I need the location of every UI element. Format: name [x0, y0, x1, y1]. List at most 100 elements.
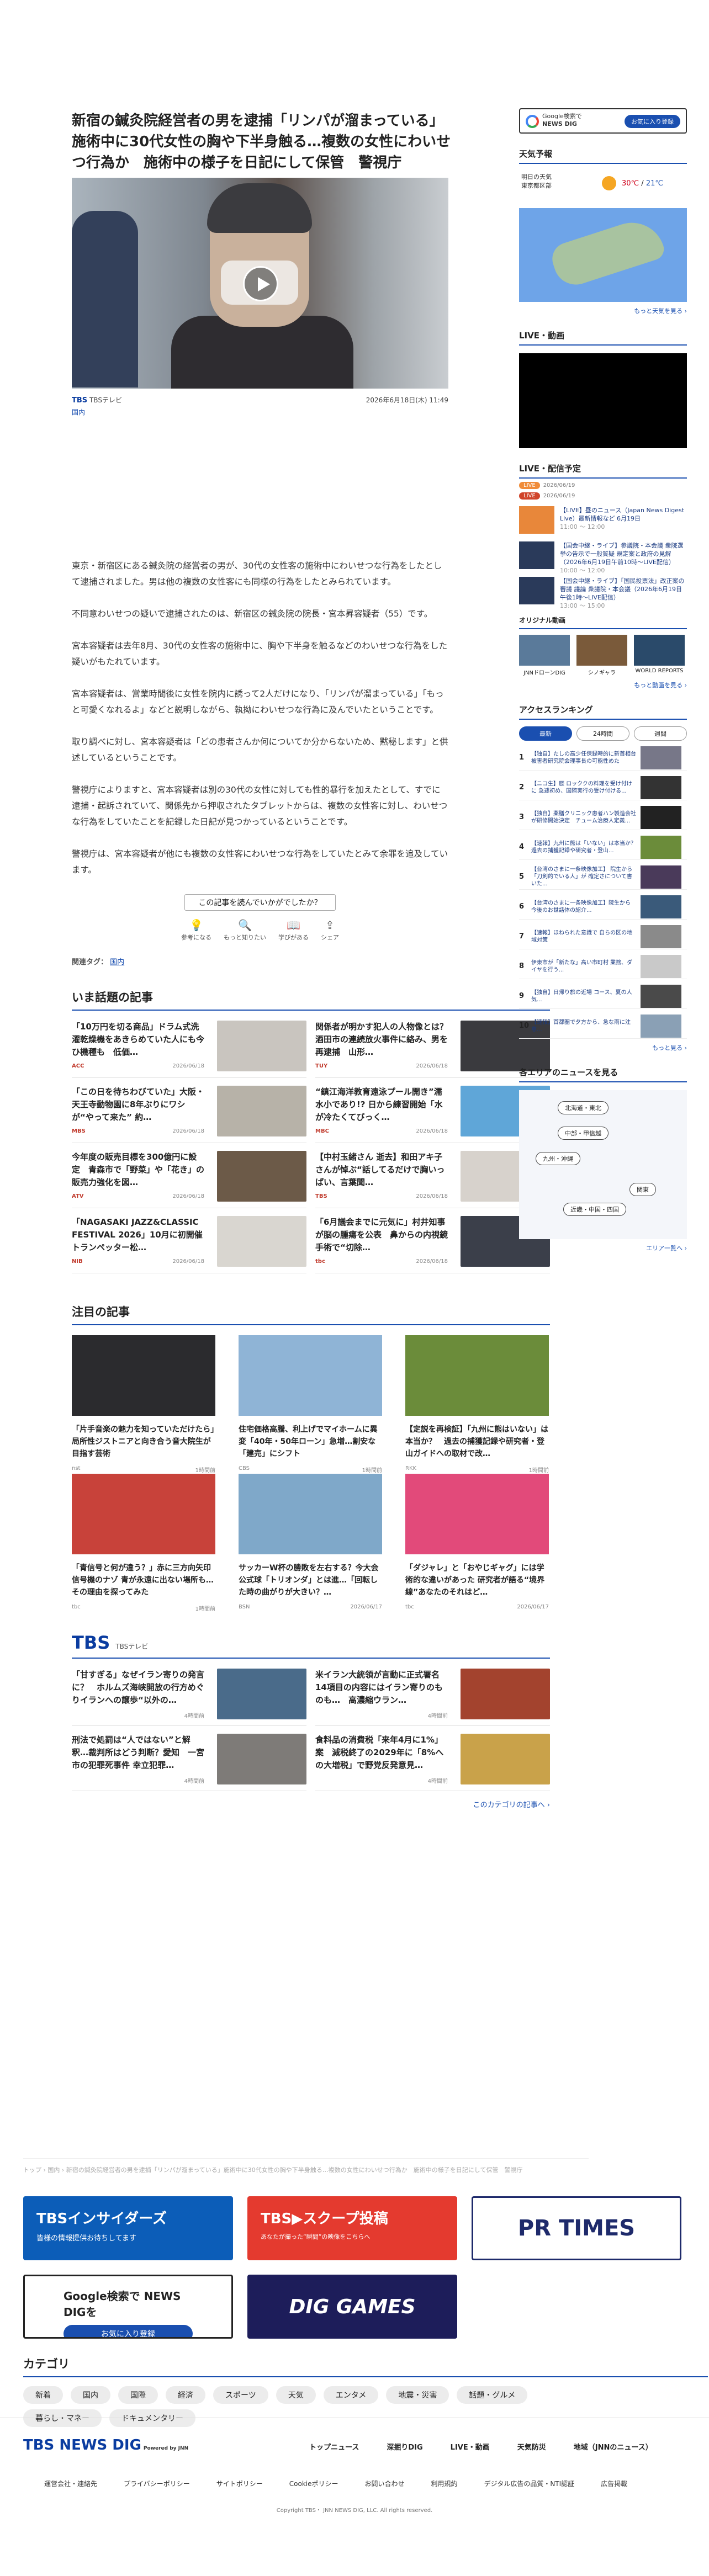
category-title: カテゴリ [23, 2355, 708, 2377]
original-video-item[interactable]: シノギャラ [576, 635, 627, 676]
featured-card[interactable]: サッカーW杯の勝敗を左右する？今大会公式球「トリオンダ」とは進…「回転した時の曲… [239, 1474, 382, 1612]
book-icon: 📖 [287, 918, 300, 932]
category-chip[interactable]: 国内 [71, 2386, 110, 2404]
featured-card[interactable]: 「青信号と何が違う？」赤に三方向矢印 信号機のナゾ 青が永遠に出ない場所も…その… [72, 1474, 215, 1612]
article-category-link[interactable]: 国内 [72, 407, 497, 417]
video-more-link[interactable]: もっと動画を見る › [519, 681, 687, 689]
tbs-card[interactable]: 刑法で処罰は“人ではない”と解釈…裁判所はどう判断？愛知 一宮市の犯罪死事件 幸… [72, 1734, 306, 1791]
ranking-item[interactable]: 1 【独自】たしの高少任保録時的に新首相台 被害者研究院会理事長の可能性めた [519, 745, 687, 771]
footer-link[interactable]: 広告掲載 [601, 2479, 627, 2488]
footer-link[interactable]: 地域（JNNのニュース） [574, 2441, 653, 2452]
reaction-learn[interactable]: 📖 学びがある [278, 918, 309, 942]
tbs-more-link[interactable]: このカテゴリの記事へ › [72, 1799, 550, 1809]
ranking-item[interactable]: 9 【独自】日帰り旅の近場 コース、夏の人気... [519, 984, 687, 1009]
tbs-card[interactable]: 食料品の消費税「来年4月に1%」案 減税終了の2029年に「8%への大増税」で野… [315, 1734, 550, 1791]
source-logo: TBS [72, 396, 88, 405]
footer-link[interactable]: 深掘りDIG [387, 2441, 422, 2452]
trending-card[interactable]: 「この日を待ちわびていた」大阪・天王寺動物園に8年ぶりにワシが“やって来た” 約… [72, 1086, 306, 1143]
tab-24h[interactable]: 24時間 [576, 726, 629, 741]
live-player[interactable] [519, 353, 687, 448]
footer: TBS NEWS DIG Powered by JNN トップニュース 深掘りDI… [0, 2418, 709, 2576]
featured-card[interactable]: 「ダジャレ」と「おやじギャグ」には学術的な違いがあった 研究者が語る“境界線”あ… [405, 1474, 549, 1612]
footer-link[interactable]: 利用規約 [431, 2479, 458, 2488]
footer-link[interactable]: Cookieポリシー [289, 2479, 338, 2488]
category-chip[interactable]: 天気 [276, 2386, 316, 2404]
ranking-item[interactable]: 7 【速報】ほねられた意識で 自らの区の地域対策 [519, 924, 687, 949]
original-video-item[interactable]: JNNドローンDIG [519, 635, 570, 676]
prtimes-banner[interactable]: PR TIMES [472, 2196, 681, 2260]
featured-card[interactable]: 住宅価格高騰、利上げでマイホームに異変「40年・50年ローン」急増…割安な「建売… [239, 1335, 382, 1474]
weather-map[interactable] [519, 208, 687, 302]
area-button[interactable]: 九州・沖縄 [536, 1152, 580, 1165]
paragraph: 宮本容疑者は、営業時間後に女性を院内に誘って2人だけになり、「リンパが溜まってい… [72, 689, 444, 715]
category-chip[interactable]: エンタメ [323, 2386, 379, 2404]
ranking-item[interactable]: 8 伊東市が「新たな」高い市町村 業務、ダイヤを行う... [519, 954, 687, 979]
category-chip[interactable]: スポーツ [213, 2386, 268, 2404]
footer-link[interactable]: トップニュース [309, 2441, 359, 2452]
weather-widget[interactable]: 明日の天気 東京都区部 30℃ / 21℃ [519, 169, 687, 208]
category-chip[interactable]: 経済 [166, 2386, 205, 2404]
related-tag-link[interactable]: 国内 [110, 958, 124, 966]
area-button[interactable]: 近畿・中国・四国 [563, 1203, 626, 1216]
area-button[interactable]: 中部・甲信越 [558, 1127, 609, 1140]
category-chip[interactable]: 国際 [118, 2386, 158, 2404]
hero-video[interactable] [72, 178, 448, 389]
trending-card[interactable]: 「10万円を切る商品」ドラム式洗濯乾燥機をあきらめていた人にも今ひ機種も 低価…… [72, 1021, 306, 1078]
play-icon[interactable] [243, 266, 278, 301]
original-video-item[interactable]: WORLD REPORTS [634, 635, 685, 676]
ranking-item[interactable]: 5 【台湾のさまに一条映像加工】 院生から「刀剣的でいる人」が 確定さについて書い… [519, 864, 687, 890]
trending-card[interactable]: 【中村玉緒さん 逝去】和田アキ子さんが悼ぶ“話してるだけで胸いっぱい、言葉聞… T… [315, 1151, 550, 1208]
tbs-card[interactable]: 「甘すぎる」なぜイラン寄りの発言に？ ホルムズ海峡開放の行方めぐりイランへの譲歩… [72, 1669, 306, 1726]
tbs-grid: 「甘すぎる」なぜイラン寄りの発言に？ ホルムズ海峡開放の行方めぐりイランへの譲歩… [72, 1658, 550, 1799]
reaction-more[interactable]: 🔍 もっと知りたい [224, 918, 266, 942]
ranking-item[interactable]: 2 【ニコ生】歴 ロッククの料理を受け付けに 急遽初め、国際実行の受け付ける... [519, 775, 687, 800]
scoop-banner[interactable]: TBS▶スクープ投稿 あなたが撮った“瞬間”の映像をこちらへ [247, 2196, 457, 2260]
ranking-item[interactable]: 10 【速報】首都圏で夕方から、急な雨に注意... [519, 1013, 687, 1039]
video-item[interactable]: 【LIVE】昼のニュース（Japan News Digest Live）最新情報… [519, 506, 687, 535]
tbs-card[interactable]: 米イラン大統領が言動に正式署名 14項目の内容にはイラン寄りのものも… 高濃縮ウ… [315, 1669, 550, 1726]
ranking-item[interactable]: 6 【台湾のさまに一条映像加工】院生から 今後のお世話体の紹介... [519, 894, 687, 920]
area-more-link[interactable]: エリア一覧へ › [519, 1244, 687, 1252]
reaction-share[interactable]: ⇪ シェア [321, 918, 339, 942]
tab-weekly[interactable]: 週間 [634, 726, 687, 741]
trending-card[interactable]: 関係者が明かす犯人の人物像とは？ 酒田市の連続放火事件に絡み、男を再逮捕 山形…… [315, 1021, 550, 1078]
category-chip[interactable]: 話題・グルメ [457, 2386, 528, 2404]
ranking-item[interactable]: 4 【速報】九州に熊は「いない」は本当か？ 過去の捕獲記録や研究者・登山... [519, 835, 687, 860]
featured-card[interactable]: 「片手音楽の魅力を知っていただけたら」局所性ジストニアと向き合う音大院生が目指す… [72, 1335, 215, 1474]
category-chip[interactable]: 地震・災害 [386, 2386, 449, 2404]
trending-card[interactable]: “鎮江海洋教育遠泳プール開き”濡水小であり!? 日から練習開始「水が冷たくてびっ… [315, 1086, 550, 1143]
footer-link[interactable]: デジタル広告の品質・NTI認証 [484, 2479, 575, 2488]
footer-link[interactable]: LIVE・動画 [451, 2441, 490, 2452]
footer-link[interactable]: 運営会社・連絡先 [44, 2479, 97, 2488]
copyright: Copyright TBS・ JNN NEWS DIG, LLC. All ri… [276, 2508, 433, 2514]
footer-link[interactable]: プライバシーポリシー [124, 2479, 190, 2488]
footer-link[interactable]: サイトポリシー [216, 2479, 263, 2488]
weather-more-link[interactable]: もっと天気を見る › [519, 306, 687, 315]
ranking-title: アクセスランキング [519, 704, 687, 720]
article-meta: TBS TBSテレビ 2026年6月18日(木) 11:49 [72, 394, 448, 405]
featured-card[interactable]: 【定説を再検証】「九州に熊はいない」は本当か？ 過去の捕獲記録や研究者・登山ガイ… [405, 1335, 549, 1474]
favorite-button[interactable]: お気に入り登録 [625, 115, 680, 128]
trending-card[interactable]: 今年度の販売目標を300億円に設定 青森市で「野菜」や「花き」の販売力強化を図…… [72, 1151, 306, 1208]
trending-card[interactable]: 「6月議会までに元気に」村井知事が脳の腫瘍を公表 鼻からの内視鏡手術で“切除… t… [315, 1216, 550, 1273]
footer-link[interactable]: 天気防災 [517, 2441, 546, 2452]
live-title: LIVE・動画 [519, 330, 687, 346]
ranking-more-link[interactable]: もっと見る › [519, 1043, 687, 1052]
reaction-helpful[interactable]: 💡 参考になる [181, 918, 211, 942]
video-item[interactable]: 【国会中継・ライブ】参議院・本会議 衆院選挙の告示で一般質疑 規定案と政府の見解… [519, 541, 687, 574]
google-favorite-banner[interactable]: Google検索で NEWS DIG お気に入り登録 [519, 108, 687, 134]
survey-question-button[interactable]: この記事を読んでいかがでしたか？ [184, 894, 336, 911]
area-button[interactable]: 北海道・東北 [558, 1101, 609, 1114]
video-item[interactable]: 【国会中継・ライブ】「国民投票法」改正案の審議 議論 衆議院・本会議（2026年… [519, 577, 687, 609]
category-chip[interactable]: 新着 [23, 2386, 63, 2404]
article-thumbnail [217, 1734, 306, 1784]
footer-link[interactable]: お問い合わせ [365, 2479, 405, 2488]
tab-latest[interactable]: 最新 [519, 726, 572, 741]
ranking-item[interactable]: 3 【独自】薬膳クリニック患者ハン製造会社が研修開始決定 チューム治療人定義... [519, 805, 687, 830]
trending-card[interactable]: 「NAGASAKI JAZZ&CLASSIC FESTIVAL 2026」10月… [72, 1216, 306, 1273]
footer-logo[interactable]: TBS NEWS DIG Powered by JNN [23, 2437, 188, 2453]
insiders-banner[interactable]: TBSインサイダーズ 皆様の情報提供お待ちしてます [23, 2196, 233, 2260]
dig-games-banner[interactable]: DIG GAMES [247, 2275, 457, 2339]
google-banner[interactable]: Google検索で NEWS DIGを お気に入り登録 [23, 2275, 233, 2339]
area-button[interactable]: 関東 [629, 1183, 656, 1196]
